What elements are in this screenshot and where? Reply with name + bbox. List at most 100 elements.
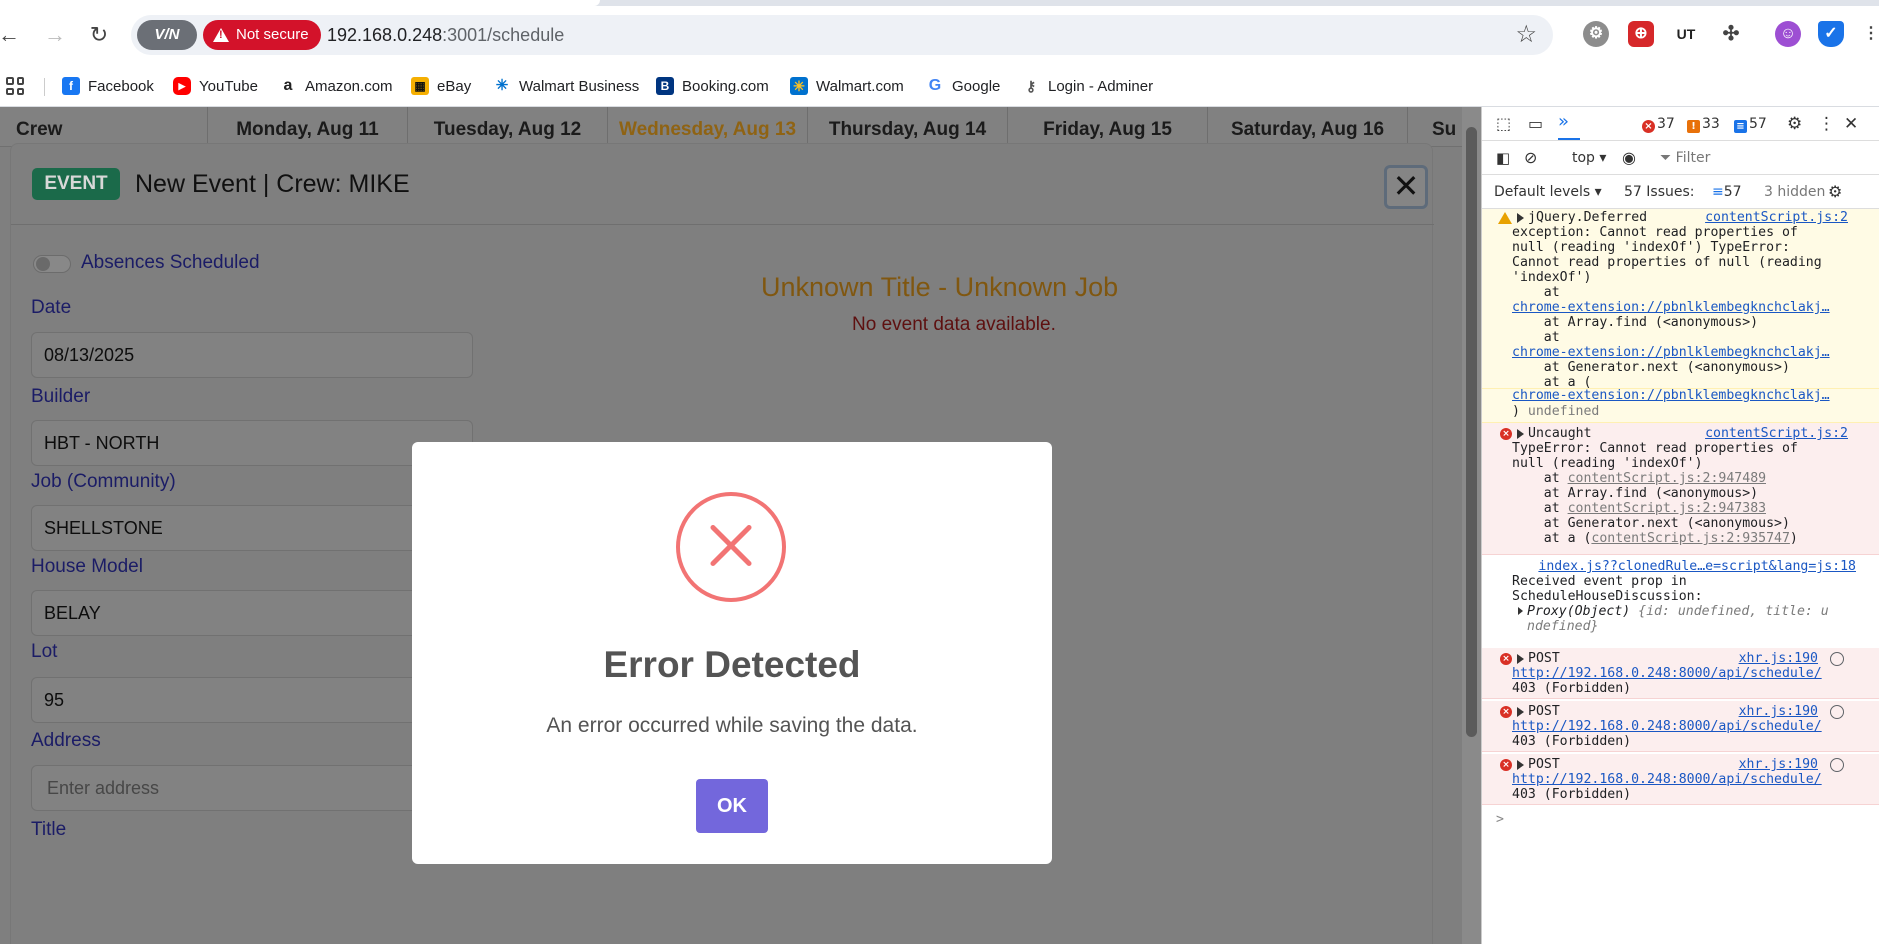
lot-field[interactable]: 95: [31, 677, 473, 723]
event-modal-title: New Event | Crew: MIKE: [135, 170, 410, 198]
bookmark-walmart[interactable]: ✳ Walmart.com: [790, 74, 904, 98]
expand-triangle-icon[interactable]: [1517, 654, 1524, 664]
expand-triangle-icon[interactable]: [1517, 213, 1524, 223]
bookmark-google[interactable]: G Google: [926, 74, 1000, 98]
more-panels-icon[interactable]: »: [1558, 113, 1569, 131]
page-scrollbar[interactable]: [1462, 107, 1481, 944]
log-text: ): [1512, 404, 1520, 419]
forward-icon[interactable]: →: [40, 20, 70, 50]
day-header: Monday, Aug 11: [208, 107, 408, 147]
profile-avatar-icon[interactable]: ☺: [1775, 21, 1801, 47]
address-field[interactable]: Enter address: [31, 765, 473, 811]
console-network-error-entry[interactable]: × POST xhr.js:190 http://192.168.0.248:8…: [1482, 754, 1879, 805]
expand-triangle-icon[interactable]: [1517, 707, 1524, 717]
devtools-panel: ⬚ ▭ » × 37 ! 33 ≡ 57 ⚙ ⋮ ✕ ◧ ⊘ top ▾ ◉ ⏷ Fi…: [1481, 107, 1879, 944]
bookmark-booking[interactable]: B Booking.com: [656, 74, 769, 98]
log-text: at a (: [1512, 531, 1592, 546]
job-label: Job (Community): [31, 471, 176, 492]
vpn-icon[interactable]: V/N: [137, 20, 197, 50]
console-network-error-entry[interactable]: × POST xhr.js:190 http://192.168.0.248:8…: [1482, 648, 1879, 699]
back-icon[interactable]: ←: [0, 20, 24, 50]
bookmark-label: Amazon.com: [305, 77, 393, 95]
sidebar-toggle-icon[interactable]: ◧: [1496, 149, 1510, 167]
filter-icon: ⏷: [1660, 150, 1672, 166]
bookmark-ebay[interactable]: ▦ eBay: [411, 74, 471, 98]
absences-label[interactable]: Absences Scheduled: [81, 252, 260, 274]
bookmark-adminer[interactable]: ⚷ Login - Adminer: [1022, 74, 1153, 98]
console-settings-gear-icon[interactable]: ⚙: [1828, 183, 1842, 201]
extension-shield-icon[interactable]: ⊕: [1628, 21, 1654, 47]
date-field[interactable]: 08/13/2025: [31, 332, 473, 378]
day-header: Tuesday, Aug 12: [408, 107, 608, 147]
issues-count[interactable]: ≡57: [1712, 183, 1742, 201]
settings-gear-icon[interactable]: ⚙: [1787, 115, 1802, 133]
filter-input[interactable]: ⏷ Filter: [1660, 149, 1710, 167]
console-network-error-entry[interactable]: × POST xhr.js:190 http://192.168.0.248:8…: [1482, 701, 1879, 752]
warning-count[interactable]: ! 33: [1687, 115, 1720, 133]
console-error-entry[interactable]: × Uncaught contentScript.js:2 TypeError:…: [1482, 423, 1879, 555]
log-line: 403 (Forbidden): [1512, 734, 1632, 749]
url-text[interactable]: 192.168.0.248:3001/schedule: [327, 15, 564, 55]
ok-button[interactable]: OK: [696, 779, 768, 833]
log-levels-dropdown[interactable]: Default levels ▾: [1494, 183, 1602, 201]
devtools-menu-icon[interactable]: ⋮: [1818, 115, 1835, 133]
calendar-header: Crew Monday, Aug 11 Tuesday, Aug 12 Wedn…: [0, 107, 1481, 147]
context-selector[interactable]: top ▾: [1572, 149, 1606, 167]
bookmark-facebook[interactable]: f Facebook: [62, 74, 154, 98]
bookmark-walmart-business[interactable]: ✳ Walmart Business: [493, 74, 639, 98]
page-scrollbar-thumb[interactable]: [1466, 127, 1477, 737]
schedule-page: Crew Monday, Aug 11 Tuesday, Aug 12 Wedn…: [0, 107, 1481, 944]
network-globe-icon[interactable]: [1830, 705, 1844, 719]
address-label: Address: [31, 730, 101, 751]
stack-link[interactable]: contentScript.js:2:947489: [1568, 471, 1767, 486]
hidden-count[interactable]: 3 hidden: [1764, 183, 1825, 201]
issues-label[interactable]: 57 Issues:: [1624, 183, 1694, 201]
bookmark-star-icon[interactable]: ☆: [1515, 21, 1537, 49]
stack-link[interactable]: contentScript.js:2:947383: [1568, 501, 1767, 516]
inspect-element-icon[interactable]: ⬚: [1496, 115, 1511, 133]
absences-toggle[interactable]: [33, 255, 71, 273]
bookmark-label: Booking.com: [682, 77, 769, 95]
error-count[interactable]: × 37: [1642, 115, 1675, 133]
log-object-preview: ndefined}: [1527, 619, 1599, 634]
clear-console-icon[interactable]: ⊘: [1524, 149, 1537, 167]
expand-triangle-icon[interactable]: [1517, 760, 1524, 770]
bookmark-label: Google: [952, 77, 1001, 95]
console-log-entry[interactable]: index.js??clonedRule…e=script&lang=js:18…: [1482, 557, 1879, 647]
error-icon: ×: [1500, 706, 1512, 718]
job-field[interactable]: SHELLSTONE: [31, 505, 473, 551]
address-bar[interactable]: V/N Not secure 192.168.0.248:3001/schedu…: [131, 15, 1553, 55]
network-globe-icon[interactable]: [1830, 758, 1844, 772]
live-expression-eye-icon[interactable]: ◉: [1622, 149, 1636, 167]
expand-triangle-icon[interactable]: [1517, 429, 1524, 439]
not-secure-label: Not secure: [236, 26, 309, 43]
network-globe-icon[interactable]: [1830, 652, 1844, 666]
expand-triangle-icon[interactable]: [1518, 607, 1523, 615]
console-prompt[interactable]: >: [1482, 809, 1879, 833]
console-warning-entry[interactable]: jQuery.Deferred contentScript.js:2 excep…: [1482, 209, 1879, 390]
message-count[interactable]: ≡ 57: [1734, 115, 1767, 133]
log-text: at: [1512, 501, 1568, 516]
day-header: Friday, Aug 15: [1008, 107, 1208, 147]
menu-dots-icon[interactable]: ⋮: [1858, 21, 1879, 47]
extension-gear-icon[interactable]: ⚙: [1583, 21, 1609, 47]
extension-ut-icon[interactable]: UT: [1673, 21, 1699, 47]
device-toolbar-icon[interactable]: ▭: [1528, 115, 1543, 133]
extensions-puzzle-icon[interactable]: ✣: [1718, 21, 1744, 47]
close-icon[interactable]: ✕: [1384, 165, 1428, 209]
day-header: Su: [1408, 107, 1468, 147]
bookmark-youtube[interactable]: ▶ YouTube: [173, 74, 258, 98]
builder-field[interactable]: HBT - NORTH: [31, 420, 473, 466]
close-devtools-icon[interactable]: ✕: [1844, 115, 1858, 133]
facebook-icon: f: [62, 77, 80, 95]
bookmark-amazon[interactable]: a Amazon.com: [279, 74, 393, 98]
reload-icon[interactable]: ↻: [84, 20, 114, 50]
apps-grid-icon[interactable]: [6, 77, 24, 95]
bookmark-label: Walmart Business: [519, 77, 640, 95]
stack-link[interactable]: contentScript.js:2:935747: [1591, 531, 1790, 546]
house-model-field[interactable]: BELAY: [31, 590, 473, 636]
extension-check-shield-icon[interactable]: ✓: [1818, 21, 1844, 47]
url-path: :3001/schedule: [442, 25, 565, 45]
active-tab[interactable]: [0, 0, 600, 6]
not-secure-chip[interactable]: Not secure: [203, 20, 321, 50]
